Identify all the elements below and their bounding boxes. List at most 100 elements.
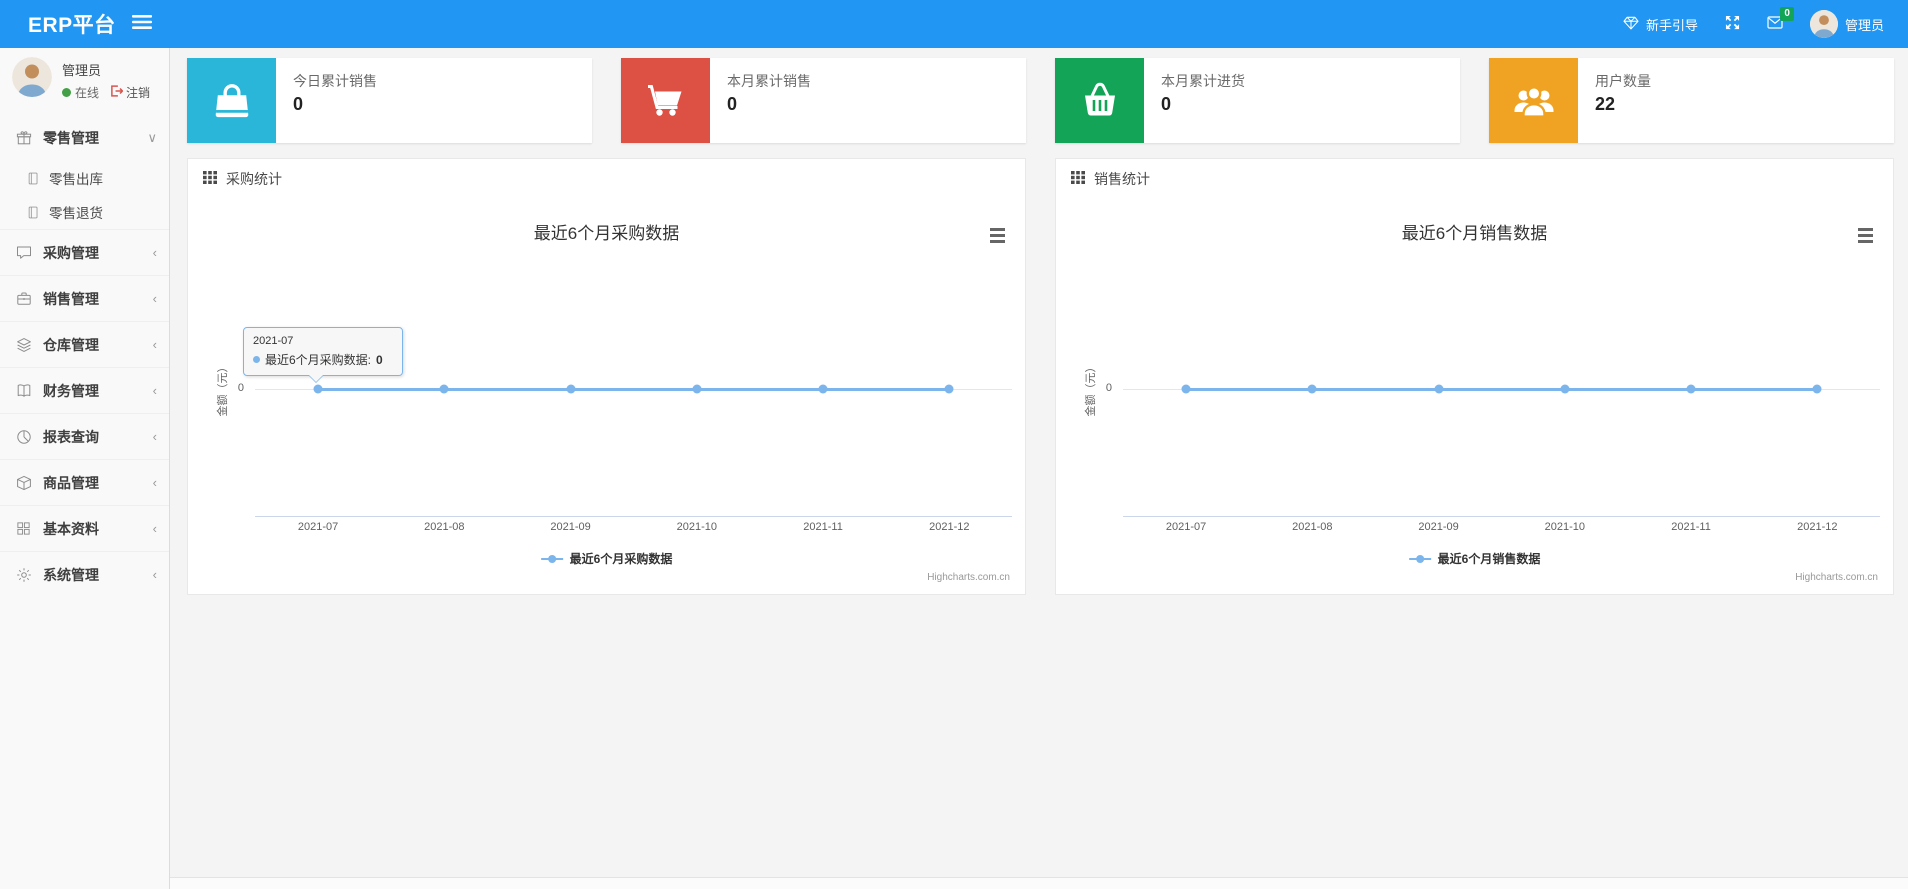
sidebar: 管理员 在线 注销 零售管理 ∨ 零售出库零售退货 采购管理 ‹ 销售管理 ‹ 仓库管理 ‹ 财务… [0, 48, 170, 889]
chevron-down-icon: ∨ [147, 130, 157, 145]
line-chart: 最近6个月采购数据 金额（元） 0 2021-07 2021-08 2021-09 2021… [188, 199, 1025, 594]
sidebar-item-label: 报表查询 [43, 428, 99, 445]
sidebar-item-pie-chart[interactable]: 报表查询 ‹ [0, 413, 169, 459]
grid-icon [16, 521, 34, 536]
sidebar-item-gift[interactable]: 零售管理 ∨ [0, 115, 169, 161]
x-axis-label: 2021-10 [676, 521, 717, 533]
stat-card: 今日累计销售 0 [187, 58, 592, 143]
data-point-marker [1560, 384, 1570, 394]
panel-title: 销售统计 [1094, 171, 1150, 187]
sidebar-item-label: 财务管理 [43, 382, 99, 399]
data-point-marker [1307, 384, 1317, 394]
navbar-user-name: 管理员 [1844, 17, 1884, 33]
sidebar-subitem-label: 零售出库 [49, 172, 103, 187]
tooltip-category: 2021-07 [253, 335, 294, 347]
stat-card-body: 本月累计销售 0 [710, 58, 828, 143]
data-point-marker [1181, 384, 1191, 394]
series-dot-icon [253, 356, 260, 363]
users-icon [1489, 58, 1578, 143]
basket-icon [1055, 58, 1144, 143]
messages-button[interactable]: 0 [1767, 7, 1794, 32]
sidebar-item-label: 基本资料 [43, 520, 99, 537]
tooltip-value: 0 [376, 352, 383, 367]
app-brand[interactable]: ERP平台 [0, 9, 116, 39]
content: 今日累计销售 0 本月累计销售 0 本月累计进货 0 用户数量 22 采购统计 最近6个月采购数… [170, 40, 1908, 595]
journal-icon [26, 171, 41, 186]
y-axis-tick-label: 0 [1105, 382, 1112, 394]
chart-panel: 采购统计 最近6个月采购数据 金额（元） 0 2021-07 2021-08 2021-09… [187, 158, 1026, 595]
legend-item[interactable]: 最近6个月销售数据 [1408, 550, 1541, 567]
sidebar-subitem[interactable]: 零售出库 [0, 161, 169, 195]
chart-title: 最近6个月采购数据 [533, 224, 680, 243]
th-icon [1071, 171, 1085, 187]
sidebar-item-layers[interactable]: 仓库管理 ‹ [0, 321, 169, 367]
guide-label: 新手引导 [1645, 17, 1698, 33]
legend-marker-icon [540, 554, 563, 563]
briefcase-icon [16, 291, 34, 306]
data-point-marker [818, 384, 828, 394]
sidebar-menu: 零售管理 ∨ 零售出库 零售退货 采购管理 ‹ 销售管理 ‹ 仓库管理 ‹ 财务管理 ‹ 报表查询 ‹ 商品… [0, 107, 169, 597]
x-axis-label: 2021-12 [929, 521, 970, 533]
guide-button[interactable]: 新手引导 [1623, 15, 1698, 34]
x-axis-label: 2021-11 [803, 521, 843, 533]
cart-icon [621, 58, 710, 143]
box-icon [16, 475, 34, 491]
sidebar-item-label: 仓库管理 [43, 336, 99, 353]
data-point-marker [566, 384, 576, 394]
x-axis-label: 2021-12 [1797, 521, 1838, 533]
gift-icon [16, 130, 34, 146]
stat-card-value: 22 [1595, 94, 1616, 114]
layers-icon [16, 337, 34, 353]
chart-title: 最近6个月销售数据 [1401, 224, 1548, 243]
sidebar-item-briefcase[interactable]: 销售管理 ‹ [0, 275, 169, 321]
data-point-marker [439, 384, 449, 394]
x-axis-line [1122, 516, 1881, 517]
chart-panel: 销售统计 最近6个月销售数据 金额（元） 0 2021-07 2021-08 2021-09… [1055, 158, 1894, 595]
highcharts-credit[interactable]: Highcharts.com.cn [927, 572, 1010, 583]
sidebar-item-grid[interactable]: 基本资料 ‹ [0, 505, 169, 551]
navbar-right: 新手引导 0 管理员 [1623, 7, 1908, 38]
comment-icon [16, 245, 34, 260]
fullscreen-button[interactable] [1725, 15, 1740, 33]
sidebar-item-box[interactable]: 商品管理 ‹ [0, 459, 169, 505]
sidebar-toggle-button[interactable] [131, 14, 152, 35]
chevron-left-icon: ‹ [152, 567, 157, 582]
message-count-badge: 0 [1780, 7, 1794, 21]
logout-button[interactable]: 注销 [110, 84, 150, 101]
sidebar-item-comment[interactable]: 采购管理 ‹ [0, 229, 169, 275]
legend-item[interactable]: 最近6个月采购数据 [540, 550, 673, 567]
chart-context-menu-icon[interactable] [988, 226, 1007, 248]
stat-card-value: 0 [727, 94, 738, 114]
legend-label: 最近6个月销售数据 [1437, 552, 1541, 566]
x-axis-label: 2021-07 [1165, 521, 1207, 533]
legend-marker-icon [1408, 554, 1431, 563]
stat-card-label: 本月累计销售 [727, 73, 811, 89]
sidebar-item-book[interactable]: 财务管理 ‹ [0, 367, 169, 413]
stat-card-value: 0 [1161, 94, 1172, 114]
data-point-marker [1686, 384, 1696, 394]
panel-header: 销售统计 [1056, 159, 1893, 199]
data-point-marker [1812, 384, 1822, 394]
user-menu[interactable]: 管理员 [1809, 10, 1884, 38]
data-point-marker [944, 384, 954, 394]
sidebar-item-gear[interactable]: 系统管理 ‹ [0, 551, 169, 597]
chevron-left-icon: ‹ [152, 337, 157, 352]
pie-chart-icon [16, 429, 34, 445]
x-axis-line [254, 516, 1013, 517]
sidebar-subitem[interactable]: 零售退货 [0, 195, 169, 229]
chevron-left-icon: ‹ [152, 245, 157, 260]
online-status-label: 在线 [75, 86, 100, 100]
book-icon [16, 383, 34, 398]
x-axis-label: 2021-09 [1418, 521, 1459, 533]
stat-card-value: 0 [293, 94, 304, 114]
legend-label: 最近6个月采购数据 [569, 552, 673, 566]
sidebar-item-label: 商品管理 [43, 474, 99, 491]
sidebar-user-name: 管理员 [62, 63, 102, 78]
online-status-icon [62, 88, 71, 97]
page-footer [170, 877, 1908, 889]
chart-context-menu-icon[interactable] [1856, 226, 1875, 248]
x-axis-label: 2021-09 [550, 521, 591, 533]
sidebar-item-label: 系统管理 [43, 566, 99, 583]
x-axis-label: 2021-07 [297, 521, 339, 533]
highcharts-credit[interactable]: Highcharts.com.cn [1795, 572, 1878, 583]
